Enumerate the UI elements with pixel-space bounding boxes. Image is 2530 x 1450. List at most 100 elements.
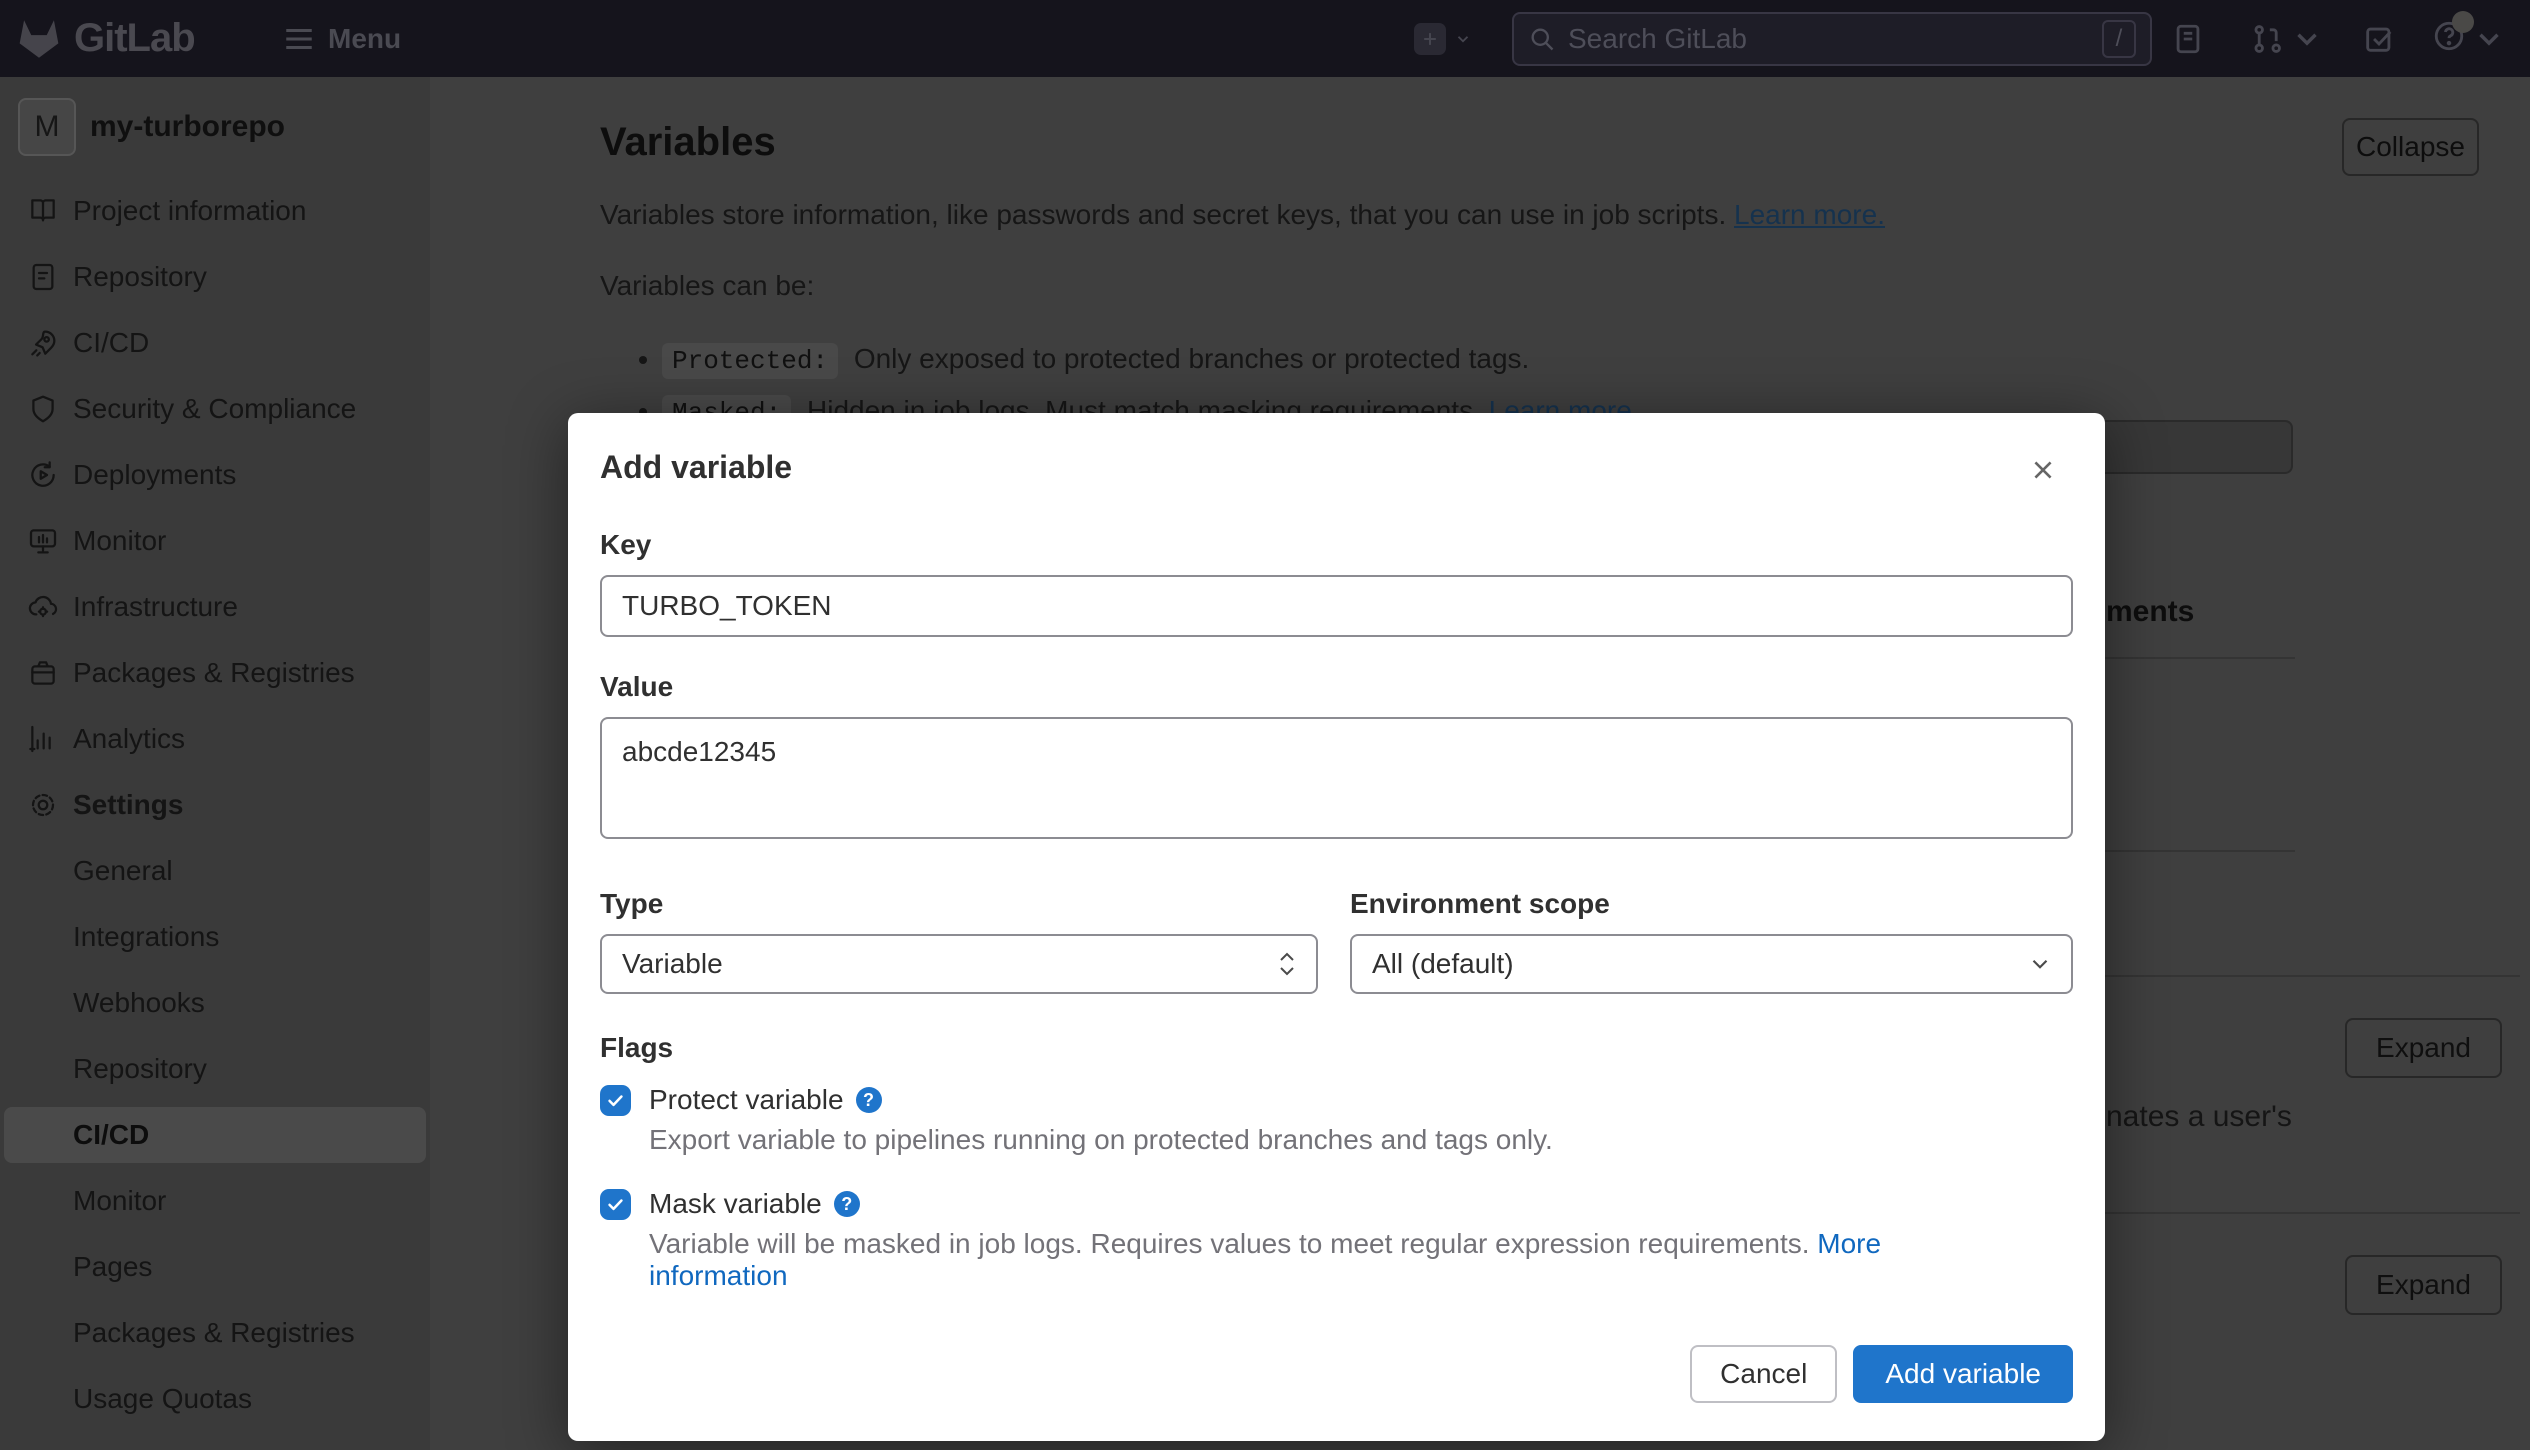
plus-icon <box>1414 23 1446 55</box>
gear-icon <box>27 789 59 821</box>
mask-variable-row: Mask variable ? <box>600 1188 2073 1220</box>
todos-button[interactable] <box>2362 0 2396 77</box>
hamburger-icon <box>282 22 316 56</box>
modal-title: Add variable <box>600 447 2073 487</box>
sidebar-item-settings[interactable]: Settings <box>4 777 426 833</box>
protect-variable-description: Export variable to pipelines running on … <box>649 1124 1989 1156</box>
sidebar-nav: Project information Repository CI/CD Sec… <box>0 183 430 1427</box>
merge-request-icon <box>2250 22 2284 56</box>
mask-help-icon[interactable]: ? <box>834 1191 860 1217</box>
sidebar-item-security-compliance[interactable]: Security & Compliance <box>4 381 426 437</box>
sidebar-subitem-packages-registries[interactable]: Packages & Registries <box>4 1305 426 1361</box>
protected-code-chip: Protected: <box>662 343 838 379</box>
protect-variable-row: Protect variable ? <box>600 1084 2073 1116</box>
sidebar-item-analytics[interactable]: Analytics <box>4 711 426 767</box>
new-item-dropdown[interactable] <box>1414 0 1472 77</box>
chevron-down-icon <box>2472 22 2506 56</box>
gitlab-logo[interactable]: GitLab <box>16 0 195 77</box>
add-variable-button[interactable]: Add variable <box>1853 1345 2073 1403</box>
issues-button[interactable] <box>2171 0 2205 77</box>
sidebar-subitem-pages[interactable]: Pages <box>4 1239 426 1295</box>
todo-check-icon <box>2362 22 2396 56</box>
check-icon <box>606 1091 625 1110</box>
mask-variable-checkbox[interactable] <box>600 1189 631 1220</box>
key-input[interactable] <box>600 575 2073 637</box>
modal-footer: Cancel Add variable <box>1690 1345 2073 1403</box>
collapse-button[interactable]: Collapse <box>2342 118 2479 176</box>
sidebar-item-packages-registries[interactable]: Packages & Registries <box>4 645 426 701</box>
check-icon <box>606 1195 625 1214</box>
search-shortcut-badge: / <box>2102 20 2136 58</box>
protect-variable-label: Protect variable <box>649 1084 844 1116</box>
shield-icon <box>27 393 59 425</box>
circular-arrow-play-icon <box>27 459 59 491</box>
page-title: Variables <box>600 118 776 166</box>
add-variable-modal: Add variable Key Value abcde12345 Type V… <box>568 413 2105 1441</box>
chevron-down-icon <box>2290 22 2324 56</box>
help-icon <box>2432 19 2466 58</box>
rocket-icon <box>27 327 59 359</box>
chevron-down-icon <box>2027 951 2053 977</box>
key-label: Key <box>600 529 2073 561</box>
sidebar-item-monitor[interactable]: Monitor <box>4 513 426 569</box>
gitlab-app: GitLab Menu / <box>0 0 2530 1450</box>
search-input[interactable] <box>1568 23 2102 55</box>
sidebar-subitem-webhooks[interactable]: Webhooks <box>4 975 426 1031</box>
cancel-button[interactable]: Cancel <box>1690 1345 1837 1403</box>
gitlab-logo-text: GitLab <box>74 16 195 61</box>
search-icon <box>1528 25 1556 53</box>
environments-column-header-fragment: ments <box>2106 595 2194 629</box>
close-icon <box>2030 457 2056 483</box>
section-text-fragment: nates a user's <box>2106 1100 2292 1134</box>
sidebar-subitem-integrations[interactable]: Integrations <box>4 909 426 965</box>
sidebar-subitem-repository[interactable]: Repository <box>4 1041 426 1097</box>
chart-icon <box>27 723 59 755</box>
sidebar-subitem-cicd-active[interactable]: CI/CD <box>4 1107 426 1163</box>
bullet-protected: Protected: Only exposed to protected bra… <box>662 339 1640 381</box>
sidebar-subitem-usage-quotas[interactable]: Usage Quotas <box>4 1371 426 1427</box>
chevron-down-icon <box>1454 30 1472 48</box>
modal-close-button[interactable] <box>2025 453 2061 489</box>
package-icon <box>27 657 59 689</box>
project-header[interactable]: M my-turborepo <box>0 97 430 157</box>
expand-button-2[interactable]: Expand <box>2345 1255 2502 1315</box>
scope-label: Environment scope <box>1350 888 2073 920</box>
sidebar-item-project-information[interactable]: Project information <box>4 183 426 239</box>
sidebar-subitem-monitor[interactable]: Monitor <box>4 1173 426 1229</box>
top-navbar: GitLab Menu / <box>0 0 2530 77</box>
flags-label: Flags <box>600 1032 2073 1064</box>
help-dropdown[interactable] <box>2432 0 2506 77</box>
merge-requests-dropdown[interactable] <box>2250 0 2324 77</box>
value-textarea[interactable]: abcde12345 <box>600 717 2073 839</box>
mask-variable-description: Variable will be masked in job logs. Req… <box>649 1228 1989 1292</box>
notification-dot <box>2452 11 2474 33</box>
type-scope-row: Type Variable Environment scope All (def… <box>600 888 2073 994</box>
protect-variable-checkbox[interactable] <box>600 1085 631 1116</box>
global-search[interactable]: / <box>1512 12 2152 66</box>
cloud-gear-icon <box>27 591 59 623</box>
menu-label: Menu <box>328 23 401 55</box>
gitlab-tanuki-icon <box>16 18 62 60</box>
book-icon <box>27 195 59 227</box>
sidebar-item-deployments[interactable]: Deployments <box>4 447 426 503</box>
expand-button-1[interactable]: Expand <box>2345 1018 2502 1078</box>
sidebar-item-repository[interactable]: Repository <box>4 249 426 305</box>
variables-can-be: Variables can be: <box>600 270 814 302</box>
scope-column: Environment scope All (default) <box>1350 888 2073 994</box>
left-sidebar: M my-turborepo Project information Repos… <box>0 77 430 1450</box>
project-avatar: M <box>18 98 76 156</box>
type-label: Type <box>600 888 1318 920</box>
variables-intro: Variables store information, like passwo… <box>600 196 1885 234</box>
sidebar-subitem-general[interactable]: General <box>4 843 426 899</box>
project-name: my-turborepo <box>90 110 285 144</box>
sidebar-item-cicd[interactable]: CI/CD <box>4 315 426 371</box>
learn-more-link[interactable]: Learn more. <box>1734 199 1885 230</box>
type-select[interactable]: Variable <box>600 934 1318 994</box>
issues-icon <box>2171 22 2205 56</box>
type-column: Type Variable <box>600 888 1318 994</box>
protect-help-icon[interactable]: ? <box>856 1087 882 1113</box>
environment-scope-select[interactable]: All (default) <box>1350 934 2073 994</box>
value-label: Value <box>600 671 2073 703</box>
menu-button[interactable]: Menu <box>282 0 401 77</box>
sidebar-item-infrastructure[interactable]: Infrastructure <box>4 579 426 635</box>
